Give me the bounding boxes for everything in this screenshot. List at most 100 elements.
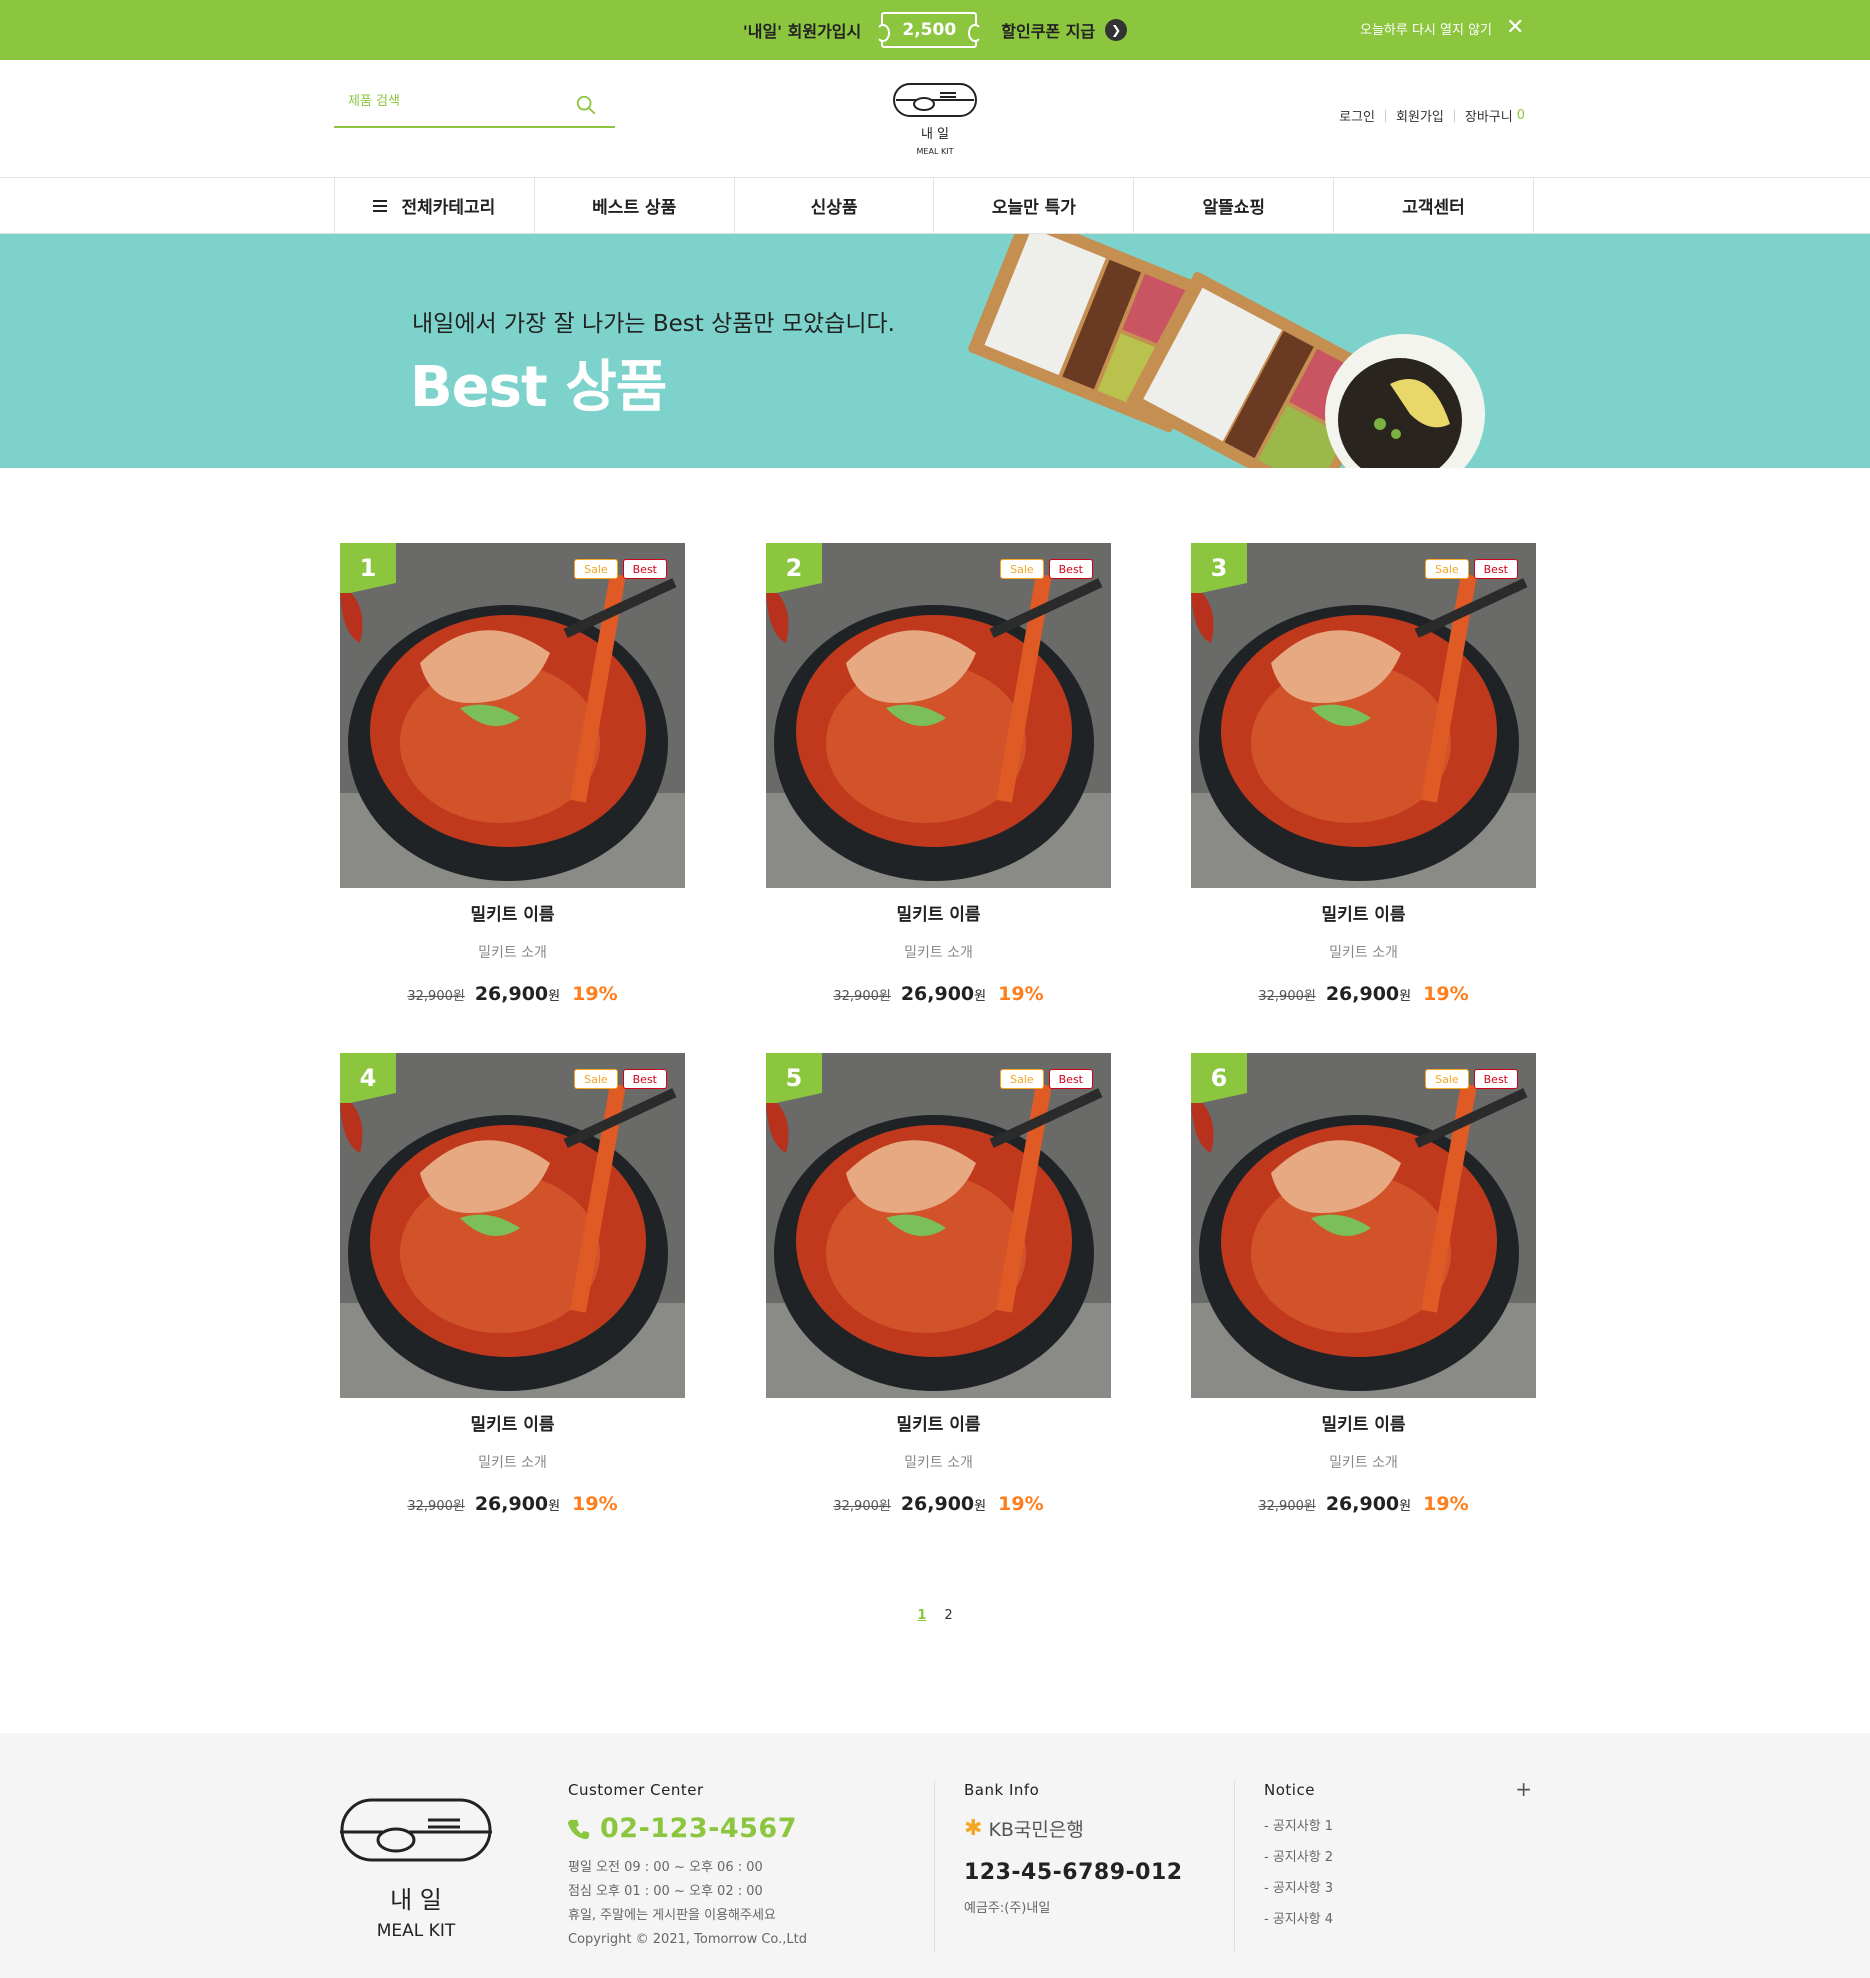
nav-label: 전체카테고리 [401, 198, 496, 218]
dismiss-today-button[interactable]: 오늘하루 다시 열지 않기 ✕ [1360, 17, 1524, 39]
product-name[interactable]: 밀키트 이름 [1191, 1410, 1536, 1435]
product-description: 밀키트 소개 [1329, 1455, 1398, 1471]
cart-count: 0 [1516, 108, 1525, 123]
arrow-right-icon[interactable]: ❯ [1105, 19, 1128, 41]
product-image[interactable]: 6 Sale Best [1191, 1053, 1536, 1398]
footer-logo-title: 내 일 [390, 1886, 442, 1914]
join-link[interactable]: 회원가입 [1396, 106, 1444, 125]
product-name[interactable]: 밀키트 이름 [340, 900, 685, 925]
search-input[interactable] [348, 94, 568, 109]
customer-center-title: Customer Center [568, 1781, 704, 1799]
nav-item-support[interactable]: 고객센터 [1334, 178, 1534, 233]
product-name[interactable]: 밀키트 이름 [1191, 900, 1536, 925]
footer-logo[interactable]: 내 일 MEAL KIT [336, 1796, 496, 1946]
noodle-bowl-image [340, 1053, 685, 1398]
original-price: 32,900원 [833, 1499, 891, 1514]
nav-label: 오늘만 특가 [991, 198, 1076, 218]
customer-center: Customer Center 02-123-4567 평일 오전 09 : 0… [568, 1781, 807, 1952]
promo-text-post: 할인쿠폰 지급 [1001, 22, 1096, 41]
bank-name-label: KB국민은행 [988, 1819, 1084, 1841]
product-image[interactable]: 2 Sale Best [766, 543, 1111, 888]
product-price: 32,900원 26,900 원 19% [1191, 983, 1536, 1005]
page-link-current[interactable]: 1 [917, 1608, 926, 1623]
menu-icon [373, 199, 388, 212]
product-name[interactable]: 밀키트 이름 [340, 1410, 685, 1435]
product-name[interactable]: 밀키트 이름 [766, 900, 1111, 925]
divider [934, 1781, 935, 1951]
divider [1234, 1781, 1235, 1951]
sale-badge: Sale [1425, 559, 1469, 579]
product-tags: Sale Best [574, 559, 667, 579]
close-icon[interactable]: ✕ [1506, 17, 1524, 39]
logo-title: 내 일 [921, 127, 949, 142]
product-description: 밀키트 소개 [1329, 945, 1398, 961]
nav-item-bargain[interactable]: 알뜰쇼핑 [1134, 178, 1335, 233]
plus-icon[interactable]: + [1515, 1777, 1532, 1801]
banner-title: Best 상품 [410, 355, 667, 420]
nav-label: 베스트 상품 [592, 198, 677, 218]
bank-info-title: Bank Info [964, 1781, 1040, 1799]
product-name[interactable]: 밀키트 이름 [766, 1410, 1111, 1435]
discount-rate: 19% [572, 983, 618, 1005]
currency-unit: 원 [548, 1499, 561, 1514]
product-image[interactable]: 3 Sale Best [1191, 543, 1536, 888]
nav-item-best[interactable]: 베스트 상품 [535, 178, 735, 233]
nav-label: 알뜰쇼핑 [1202, 198, 1265, 218]
best-banner: 내일에서 가장 잘 나가는 Best 상품만 모았습니다. Best 상품 [0, 234, 1870, 468]
discount-rate: 19% [1423, 983, 1469, 1005]
notice-item[interactable]: - 공지사항 2 [1264, 1842, 1532, 1873]
logo-mark: 내 일 MEAL KIT [893, 83, 977, 156]
sale-price: 26,900 [474, 983, 549, 1005]
discount-rate: 19% [998, 1493, 1044, 1515]
nav-item-new[interactable]: 신상품 [735, 178, 935, 233]
site-footer: 내 일 MEAL KIT Customer Center 02-123-4567… [0, 1733, 1870, 1978]
search-box [334, 84, 615, 128]
sale-price: 26,900 [900, 1493, 975, 1515]
search-icon[interactable] [575, 94, 597, 116]
notice-item[interactable]: - 공지사항 1 [1264, 1811, 1532, 1842]
product-tags: Sale Best [1425, 559, 1518, 579]
product-image[interactable]: 1 Sale Best [340, 543, 685, 888]
best-badge: Best [622, 559, 667, 579]
bank-account: 123-45-6789-012 [964, 1860, 1183, 1885]
promo-text-pre: '내일' 회원가입시 [742, 22, 862, 41]
product-description: 밀키트 소개 [904, 1455, 973, 1471]
sale-price: 26,900 [1325, 983, 1400, 1005]
nav-item-today-deal[interactable]: 오늘만 특가 [934, 178, 1135, 233]
product-description: 밀키트 소개 [904, 945, 973, 961]
original-price: 32,900원 [1258, 1499, 1316, 1514]
banner-subtitle: 내일에서 가장 잘 나가는 Best 상품만 모았습니다. [412, 311, 895, 337]
promo-message[interactable]: '내일' 회원가입시 2,500 할인쿠폰 지급 ❯ [0, 0, 1870, 60]
copyright: Copyright © 2021, Tomorrow Co.,Ltd [568, 1932, 807, 1947]
original-price: 32,900원 [407, 1499, 465, 1514]
footer-logo-mark: 내 일 MEAL KIT [340, 1798, 492, 1941]
logo-subtitle: MEAL KIT [917, 147, 954, 156]
footer-logo-subtitle: MEAL KIT [377, 1921, 456, 1941]
product-price: 32,900원 26,900 원 19% [1191, 1493, 1536, 1515]
login-link[interactable]: 로그인 [1339, 106, 1375, 125]
noodle-bowl-image [766, 1053, 1111, 1398]
sale-price: 26,900 [1325, 1493, 1400, 1515]
best-badge: Best [1473, 559, 1518, 579]
notice-item[interactable]: - 공지사항 3 [1264, 1873, 1532, 1904]
best-badge: Best [1048, 559, 1093, 579]
site-logo[interactable]: 내 일 MEAL KIT [890, 78, 980, 162]
kb-star-icon: ✱ [964, 1816, 983, 1841]
nav-label: 신상품 [810, 198, 858, 218]
user-utility-links: 로그인 회원가입 장바구니 0 [1339, 106, 1525, 125]
sale-badge: Sale [574, 1069, 618, 1089]
currency-unit: 원 [974, 1499, 987, 1514]
best-badge: Best [1473, 1069, 1518, 1089]
account-holder: 예금주:(주)내일 [964, 1901, 1051, 1916]
cart-link[interactable]: 장바구니 [1465, 106, 1513, 125]
product-image[interactable]: 4 Sale Best [340, 1053, 685, 1398]
phone-icon [568, 1819, 590, 1839]
customer-phone[interactable]: 02-123-4567 [568, 1813, 807, 1844]
discount-rate: 19% [572, 1493, 618, 1515]
page-link[interactable]: 2 [944, 1608, 952, 1623]
notice-item[interactable]: - 공지사항 4 [1264, 1904, 1532, 1935]
nav-item-all-categories[interactable]: 전체카테고리 [335, 178, 535, 233]
product-image[interactable]: 5 Sale Best [766, 1053, 1111, 1398]
pagination: 1 2 [0, 1608, 1870, 1623]
product-description: 밀키트 소개 [478, 1455, 547, 1471]
